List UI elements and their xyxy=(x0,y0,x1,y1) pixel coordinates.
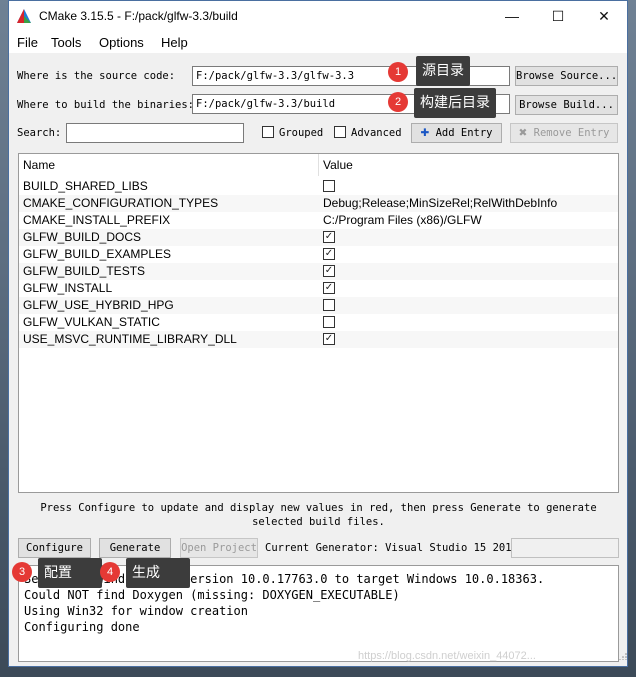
title-bar: CMake 3.15.5 - F:/pack/glfw-3.3/build — … xyxy=(9,1,627,31)
close-button[interactable]: ✕ xyxy=(581,1,627,31)
cache-entry-name: GLFW_USE_HYBRID_HPG xyxy=(23,298,174,312)
cache-entry-name: USE_MSVC_RUNTIME_LIBRARY_DLL xyxy=(23,332,237,346)
advanced-checkbox[interactable] xyxy=(334,126,346,138)
minimize-button[interactable]: — xyxy=(489,1,535,31)
cache-entry-checkbox[interactable] xyxy=(323,180,335,192)
generate-button[interactable]: Generate xyxy=(99,538,171,558)
grouped-checkbox[interactable] xyxy=(262,126,274,138)
menu-tools[interactable]: Tools xyxy=(51,35,81,50)
advanced-label: Advanced xyxy=(351,127,402,139)
search-input[interactable] xyxy=(66,123,244,143)
table-row[interactable]: GLFW_INSTALL ✓ xyxy=(19,280,618,297)
table-row[interactable]: GLFW_BUILD_EXAMPLES ✓ xyxy=(19,246,618,263)
current-generator-label: Current Generator: Visual Studio 15 2017 xyxy=(265,542,518,554)
configure-button[interactable]: Configure xyxy=(18,538,91,558)
column-header-name[interactable]: Name xyxy=(19,154,319,176)
cache-entry-checkbox[interactable] xyxy=(323,316,335,328)
cache-entry-name: GLFW_VULKAN_STATIC xyxy=(23,315,160,329)
menu-bar: File Tools Options Help xyxy=(9,31,627,53)
maximize-button[interactable]: ☐ xyxy=(535,1,581,31)
cache-entry-checkbox[interactable]: ✓ xyxy=(323,231,335,243)
info-message: Press Configure to update and display ne… xyxy=(40,502,597,528)
menu-file[interactable]: File xyxy=(17,35,38,50)
cache-entry-checkbox[interactable] xyxy=(323,299,335,311)
open-project-button[interactable]: Open Project xyxy=(180,538,258,558)
menu-help[interactable]: Help xyxy=(161,35,188,50)
progress-bar xyxy=(511,538,619,558)
table-row[interactable]: BUILD_SHARED_LIBS xyxy=(19,178,618,195)
source-label: Where is the source code: xyxy=(17,70,176,82)
browse-build-button[interactable]: Browse Build... xyxy=(515,95,618,115)
browse-source-button[interactable]: Browse Source... xyxy=(515,66,618,86)
cache-entry-checkbox[interactable]: ✓ xyxy=(323,248,335,260)
annotation-badge-1: 1 xyxy=(388,62,408,82)
grouped-label: Grouped xyxy=(279,127,324,139)
table-row[interactable]: GLFW_USE_HYBRID_HPG xyxy=(19,297,618,314)
table-row[interactable]: USE_MSVC_RUNTIME_LIBRARY_DLL ✓ xyxy=(19,331,618,348)
annotation-badge-3: 3 xyxy=(12,562,32,582)
plus-icon: ✚ xyxy=(420,127,430,139)
annotation-source-dir: 源目录 xyxy=(416,56,470,86)
menu-options[interactable]: Options xyxy=(99,35,144,50)
cache-entry-checkbox[interactable]: ✓ xyxy=(323,265,335,277)
cache-entry-name: GLFW_BUILD_DOCS xyxy=(23,230,142,244)
search-label: Search: xyxy=(17,127,62,139)
cache-entry-name: GLFW_INSTALL xyxy=(23,281,113,295)
annotation-badge-2: 2 xyxy=(388,92,408,112)
cache-entry-name: BUILD_SHARED_LIBS xyxy=(23,179,148,193)
log-line: Could NOT find Doxygen (missing: DOXYGEN… xyxy=(24,588,400,602)
column-header-value[interactable]: Value xyxy=(319,154,618,176)
cache-entry-name: CMAKE_CONFIGURATION_TYPES xyxy=(23,196,219,210)
cache-entry-checkbox[interactable]: ✓ xyxy=(323,282,335,294)
resize-grip-icon[interactable] xyxy=(619,652,627,660)
table-row[interactable]: CMAKE_INSTALL_PREFIX C:/Program Files (x8… xyxy=(19,212,618,229)
table-row[interactable]: CMAKE_CONFIGURATION_TYPES Debug;Release;M… xyxy=(19,195,618,212)
watermark: https://blog.csdn.net/weixin_44072... xyxy=(358,650,536,662)
table-row[interactable]: GLFW_VULKAN_STATIC xyxy=(19,314,618,331)
annotation-configure: 配置 xyxy=(38,558,102,588)
cache-entry-name: GLFW_BUILD_TESTS xyxy=(23,264,146,278)
add-entry-label: Add Entry xyxy=(435,127,493,139)
cache-entry-name: GLFW_BUILD_EXAMPLES xyxy=(23,247,172,261)
build-label: Where to build the binaries: xyxy=(17,99,195,111)
cache-table: Name Value BUILD_SHARED_LIBS CMAKE_CONFIG… xyxy=(18,153,619,493)
table-row[interactable]: GLFW_BUILD_DOCS ✓ xyxy=(19,229,618,246)
cache-entry-checkbox[interactable]: ✓ xyxy=(323,333,335,345)
annotation-build-dir: 构建后目录 xyxy=(414,88,496,118)
remove-icon: ✖ xyxy=(518,127,528,139)
table-row[interactable]: GLFW_BUILD_TESTS ✓ xyxy=(19,263,618,280)
cache-entry-value[interactable]: Debug;Release;MinSizeRel;RelWithDebInfo xyxy=(323,195,557,212)
log-line: Using Win32 for window creation xyxy=(24,604,248,618)
cache-entry-name: CMAKE_INSTALL_PREFIX xyxy=(23,213,171,227)
add-entry-button[interactable]: ✚ Add Entry xyxy=(411,123,502,143)
annotation-badge-4: 4 xyxy=(100,562,120,582)
cmake-logo-icon xyxy=(17,9,31,23)
remove-entry-button[interactable]: ✖ Remove Entry xyxy=(510,123,618,143)
remove-entry-label: Remove Entry xyxy=(533,127,610,139)
window-title: CMake 3.15.5 - F:/pack/glfw-3.3/build xyxy=(39,9,238,23)
log-line: Configuring done xyxy=(24,620,140,634)
cache-entry-value[interactable]: C:/Program Files (x86)/GLFW xyxy=(323,212,482,229)
annotation-generate: 生成 xyxy=(126,558,190,588)
